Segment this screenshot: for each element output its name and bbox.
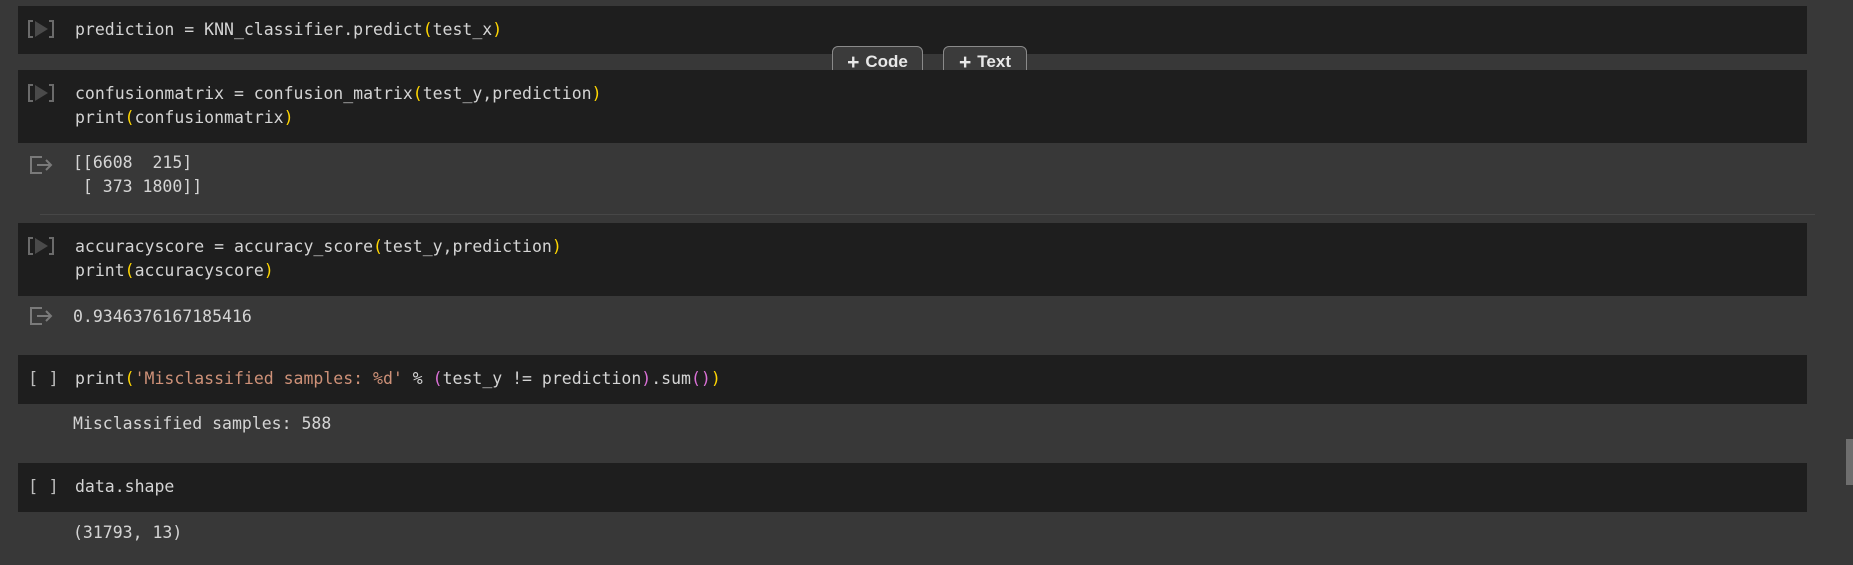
play-icon — [35, 21, 48, 37]
run-button[interactable] — [28, 82, 54, 104]
code-cell-5[interactable]: [ ] data.shape — [18, 463, 1807, 512]
code-token: % — [402, 369, 433, 388]
output-divider — [40, 214, 1815, 215]
code-editor[interactable]: confusionmatrix = confusion_matrix(test_… — [75, 82, 602, 130]
code-token: ( — [432, 369, 443, 388]
code-token: 'Misclassified samples: %d' — [134, 369, 403, 388]
code-token: test_y,prediction — [422, 84, 592, 103]
code-token: ) — [710, 369, 721, 388]
run-button[interactable] — [28, 235, 54, 257]
code-token: ( — [124, 108, 135, 127]
code-line: prediction = KNN_classifier.predict(test… — [75, 18, 502, 42]
code-editor[interactable]: data.shape — [75, 475, 174, 499]
cell-output: (31793, 13) — [73, 523, 183, 542]
scrollbar-thumb[interactable] — [1846, 439, 1853, 485]
code-token: ( — [373, 237, 383, 256]
code-editor[interactable]: print('Misclassified samples: %d' % (tes… — [75, 367, 721, 391]
play-icon — [35, 238, 48, 254]
code-token: print — [75, 108, 125, 127]
code-token: ) — [283, 108, 294, 127]
code-token: test_y != prediction — [442, 369, 642, 388]
code-token: .sum — [651, 369, 691, 388]
cell-output: Misclassified samples: 588 — [73, 414, 332, 433]
run-button[interactable] — [28, 18, 54, 40]
add-code-label: Code — [865, 52, 908, 71]
cell-output: 0.9346376167185416 — [73, 307, 252, 326]
code-cell-3[interactable]: accuracyscore = accuracy_score(test_y,pr… — [18, 223, 1807, 296]
code-token: () — [690, 369, 711, 388]
play-icon — [35, 85, 48, 101]
code-token: ) — [591, 84, 602, 103]
add-text-label: Text — [977, 52, 1011, 71]
code-token: ) — [263, 261, 274, 280]
code-cell-4[interactable]: [ ] print('Misclassified samples: %d' % … — [18, 355, 1807, 404]
code-token: accuracyscore — [134, 261, 264, 280]
code-token: prediction = KNN_classifier.predict — [75, 20, 423, 39]
code-token: print — [75, 369, 125, 388]
output-exit-icon[interactable] — [29, 155, 53, 175]
code-line: print(accuracyscore) — [75, 259, 562, 283]
code-line: print('Misclassified samples: %d' % (tes… — [75, 367, 721, 391]
code-line: confusionmatrix = confusion_matrix(test_… — [75, 82, 602, 106]
code-editor[interactable]: accuracyscore = accuracy_score(test_y,pr… — [75, 235, 562, 283]
code-token: print — [75, 261, 125, 280]
code-token: ) — [641, 369, 652, 388]
code-editor[interactable]: prediction = KNN_classifier.predict(test… — [75, 18, 502, 42]
code-token: accuracyscore = accuracy_score — [75, 237, 374, 256]
code-token: ) — [551, 237, 562, 256]
run-button[interactable]: [ ] — [28, 475, 59, 499]
output-exit-icon[interactable] — [29, 306, 53, 326]
code-token: ( — [124, 369, 135, 388]
code-line: accuracyscore = accuracy_score(test_y,pr… — [75, 235, 562, 259]
code-cell-2[interactable]: confusionmatrix = confusion_matrix(test_… — [18, 70, 1807, 143]
code-line: print(confusionmatrix) — [75, 106, 602, 130]
run-button[interactable]: [ ] — [28, 367, 59, 391]
cell-output: [[6608 215] [ 373 1800]] — [73, 153, 203, 196]
code-token: ( — [422, 20, 433, 39]
code-line: data.shape — [75, 475, 174, 499]
code-token: confusionmatrix = confusion_matrix — [75, 84, 413, 103]
code-token: confusionmatrix — [134, 108, 284, 127]
code-token: ( — [124, 261, 135, 280]
code-token: data.shape — [75, 477, 175, 496]
code-token: ) — [492, 20, 503, 39]
code-token: ( — [412, 84, 423, 103]
code-token: test_y,prediction — [382, 237, 552, 256]
code-token: test_x — [432, 20, 493, 39]
